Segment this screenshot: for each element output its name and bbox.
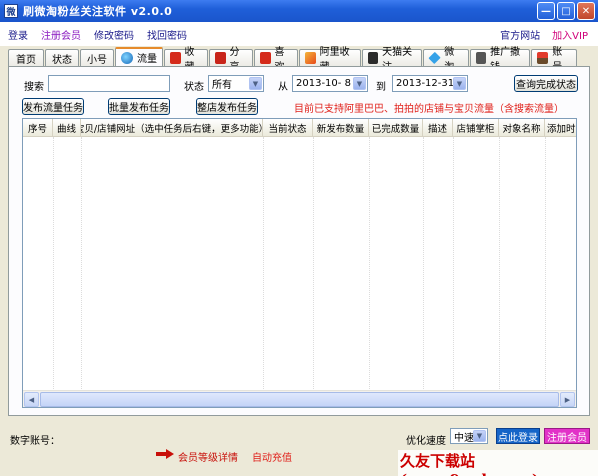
ali-icon [305,52,316,64]
chevron-down-icon[interactable]: ▼ [473,430,486,442]
from-date-picker[interactable]: 2013-10- 8 ▼ [292,75,368,92]
maximize-button[interactable]: □ [557,2,575,20]
status-label: 状态 [184,82,204,93]
status-value: 所有 [212,80,232,91]
tab-strip: 首页 状态 小号 流量 收藏 分享 喜欢 阿里收藏 天猫关注 微淘 推广撒钱 账… [8,47,578,73]
tab-tmall-follow[interactable]: 天猫关注 [362,47,422,73]
shirt-icon [476,52,487,64]
tab-share[interactable]: 分享 [209,47,253,73]
tab-promotion[interactable]: 推广撒钱 [470,47,530,73]
speed-select[interactable]: 中速 ▼ [450,428,488,444]
official-site-link[interactable]: 官方网站 [500,27,540,42]
column-divider [545,137,546,391]
tab-home[interactable]: 首页 [8,49,44,66]
column-header[interactable]: 当前状态 [263,119,313,137]
tab-label: 小号 [87,54,107,66]
tab-label: 状态 [52,54,72,66]
watermark-text: 久友下载站(www.9upk.com) [398,450,598,476]
table-header: 序号 曲线 宝贝/店铺网址（选中任务后右键，更多功能） 当前状态 新发布数量 已… [23,119,576,137]
search-input[interactable] [48,75,170,92]
column-header[interactable]: 对象名称 [499,119,545,137]
tab-ali-favorite[interactable]: 阿里收藏 [299,47,361,73]
tab-label: 流量 [137,54,157,65]
chevron-right-icon[interactable]: ▶ [560,392,575,407]
login-link[interactable]: 登录 [8,27,28,42]
like-icon [260,52,271,64]
tab-account[interactable]: 账号 [531,47,577,73]
login-button[interactable]: 点此登录 [496,428,540,444]
column-header[interactable]: 已完成数量 [369,119,423,137]
close-button[interactable]: ✕ [577,2,595,20]
to-date-value: 2013-12-31 [396,78,455,89]
tab-weitao[interactable]: 微淘 [423,47,469,73]
column-divider [423,137,424,391]
chevron-left-icon[interactable]: ◀ [24,392,39,407]
column-header[interactable]: 序号 [23,119,53,137]
search-label: 搜索 [24,82,44,93]
chevron-down-icon[interactable]: ▼ [249,77,262,90]
tab-status[interactable]: 状态 [45,49,79,66]
tab-traffic[interactable]: 流量 [115,47,163,66]
query-status-button[interactable]: 查询完成状态 [514,75,578,92]
register-button[interactable]: 注册会员 [544,428,590,444]
status-select[interactable]: 所有 ▼ [208,75,264,92]
column-header[interactable]: 店铺掌柜 [453,119,499,137]
from-date-value: 2013-10- 8 [296,78,351,89]
auto-recharge-link[interactable]: 自动充值 [252,449,292,464]
from-label: 从 [278,82,288,93]
speed-value: 中速 [454,432,474,444]
column-header[interactable]: 添加时 [545,119,576,137]
member-level-link[interactable]: 会员等级详情 [178,449,238,464]
window-title: 刷微淘粉丝关注软件 v2.0.0 [23,5,173,18]
column-header[interactable]: 宝贝/店铺网址（选中任务后右键，更多功能） [81,119,263,137]
column-divider [453,137,454,391]
house-icon [537,52,549,64]
horizontal-scrollbar[interactable]: ◀ ▶ [23,390,576,407]
column-divider [81,137,82,391]
favorite-icon [170,52,181,64]
share-icon [215,52,226,64]
store-publish-button[interactable]: 整店发布任务 [196,98,258,115]
to-label: 到 [376,82,386,93]
column-header[interactable]: 新发布数量 [313,119,369,137]
tab-like[interactable]: 喜欢 [254,47,298,73]
column-divider [53,137,54,391]
chevron-down-icon[interactable]: ▼ [453,77,466,90]
task-table[interactable]: 序号 曲线 宝贝/店铺网址（选中任务后右键，更多功能） 当前状态 新发布数量 已… [22,118,577,408]
tmall-icon [368,52,379,64]
tab-favorite[interactable]: 收藏 [164,47,208,73]
column-header[interactable]: 描述 [423,119,453,137]
table-body [23,137,576,391]
diamond-icon [428,51,441,65]
column-divider [313,137,314,391]
column-divider [369,137,370,391]
find-password-link[interactable]: 找回密码 [147,27,187,42]
globe-icon [121,51,133,64]
tab-small-account[interactable]: 小号 [80,49,114,66]
scrollbar-thumb[interactable] [40,392,559,407]
batch-publish-button[interactable]: 批量发布任务 [108,98,170,115]
register-link[interactable]: 注册会员 [41,27,81,42]
support-notice: 目前已支持阿里巴巴、拍拍的店铺与宝贝流量（含搜索流量） [294,104,564,115]
column-divider [263,137,264,391]
column-header[interactable]: 曲线 [53,119,81,137]
change-password-link[interactable]: 修改密码 [94,27,134,42]
join-vip-link[interactable]: 加入VIP [552,27,588,42]
tab-label: 首页 [16,54,36,66]
column-divider [499,137,500,391]
minimize-button[interactable]: — [537,2,555,20]
account-label: 数字账号： [10,436,60,447]
title-bar: 微 刷微淘粉丝关注软件 v2.0.0 — □ ✕ [0,0,598,22]
to-date-picker[interactable]: 2013-12-31 ▼ [392,75,468,92]
app-icon: 微 [4,4,18,18]
speed-label: 优化速度 [406,436,446,447]
chevron-down-icon[interactable]: ▼ [353,77,366,90]
publish-traffic-button[interactable]: 发布流量任务 [22,98,84,115]
arrow-right-icon [156,449,174,459]
